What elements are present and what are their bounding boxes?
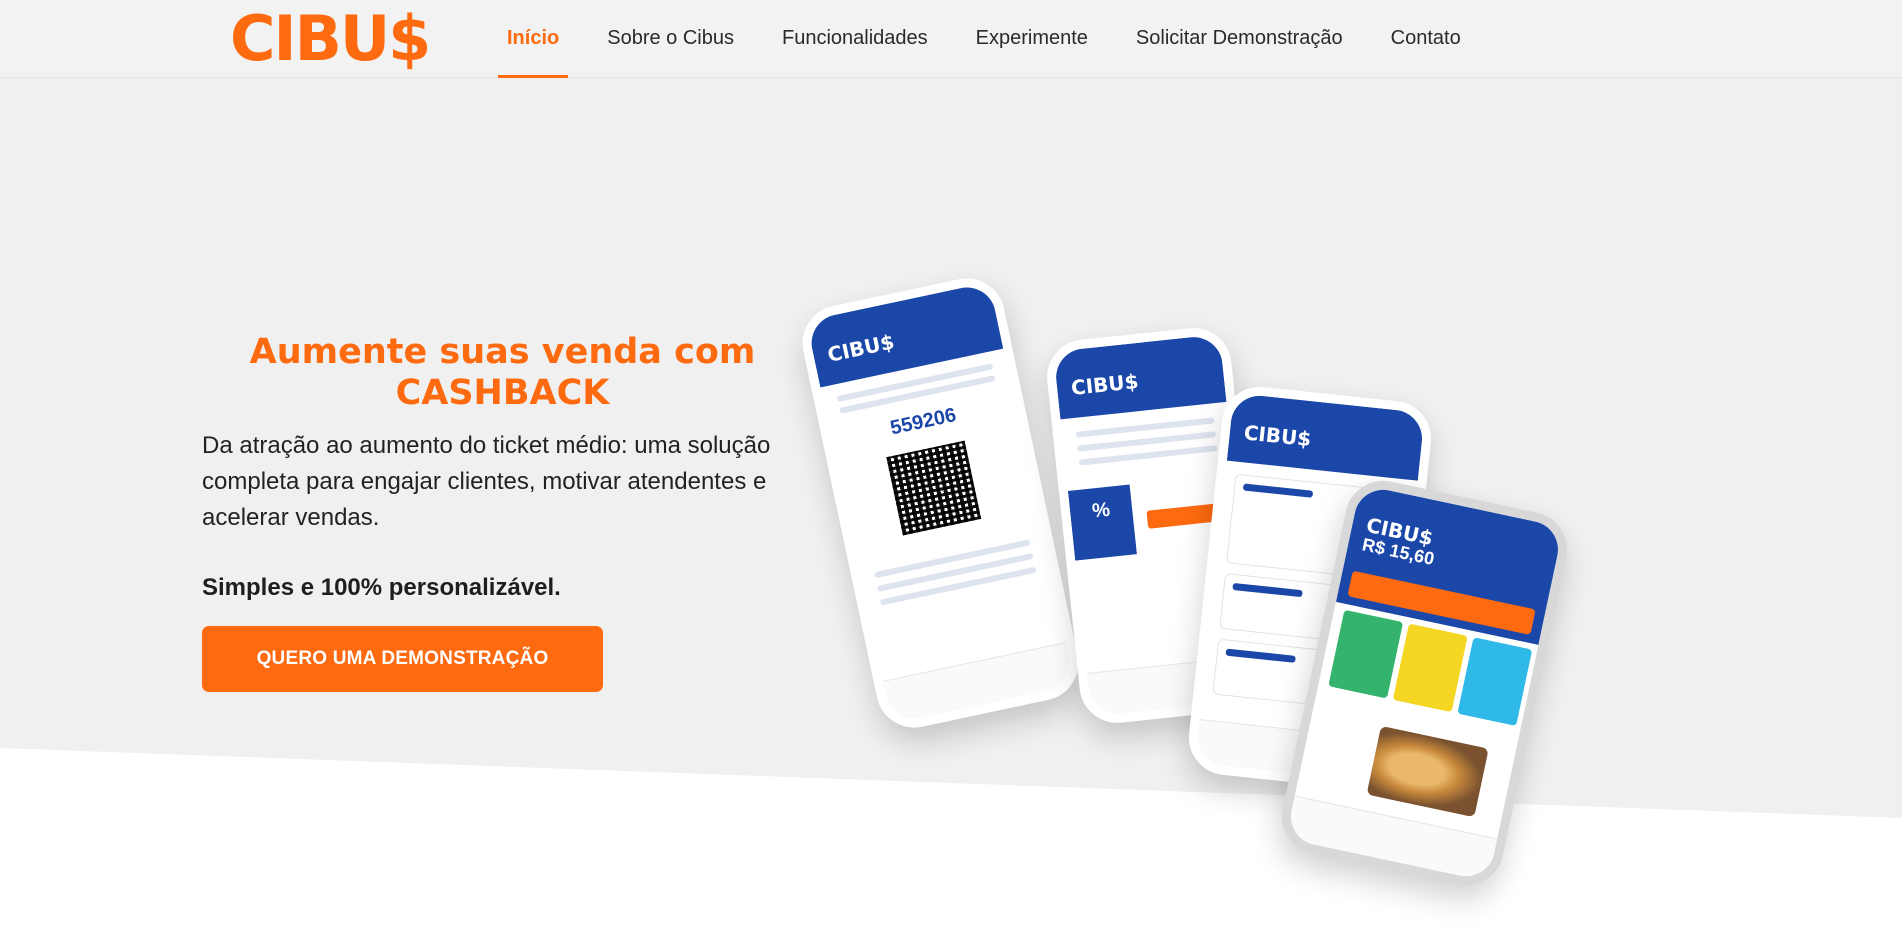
bread-image (1366, 725, 1489, 818)
percent-icon: % (1091, 498, 1112, 523)
nav-solicitar-demonstracao[interactable]: Solicitar Demonstração (1136, 0, 1343, 78)
station-title-line (1242, 483, 1314, 498)
qr-code-icon (886, 440, 982, 536)
station-title-line (1232, 582, 1303, 598)
hero-headline-line1: Aumente suas venda com (249, 332, 756, 372)
hero-headline-line2: CASHBACK (395, 373, 610, 413)
hero-headline: Aumente suas venda com CASHBACK (200, 332, 805, 414)
station-title-line (1225, 648, 1296, 663)
nav-sobre[interactable]: Sobre o Cibus (607, 0, 734, 78)
voucher-code: 559206 (888, 404, 959, 440)
nav-experimente[interactable]: Experimente (976, 0, 1088, 78)
main-nav: Início Sobre o Cibus Funcionalidades Exp… (498, 0, 1509, 78)
hero-lead: Da atração ao aumento do ticket médio: u… (202, 432, 771, 531)
promo-card (1392, 623, 1468, 713)
nav-contato[interactable]: Contato (1391, 0, 1461, 78)
promo-card (1328, 609, 1404, 699)
nav-funcionalidades[interactable]: Funcionalidades (782, 0, 928, 78)
nav-inicio[interactable]: Início (498, 0, 569, 78)
offer-badge: % (1067, 484, 1137, 561)
request-demo-button[interactable]: QUERO UMA DEMONSTRAÇÃO (202, 626, 603, 692)
page: CIBU$ Início Sobre o Cibus Funcionalidad… (0, 0, 1902, 933)
site-header: CIBU$ Início Sobre o Cibus Funcionalidad… (0, 0, 1902, 78)
cibus-logo[interactable]: CIBU$ (230, 4, 431, 74)
hero-section: Aumente suas venda com CASHBACK Da atraç… (0, 78, 1902, 933)
promo-card (1457, 637, 1533, 726)
hero-tagline: Simples e 100% personalizável. (202, 574, 561, 601)
